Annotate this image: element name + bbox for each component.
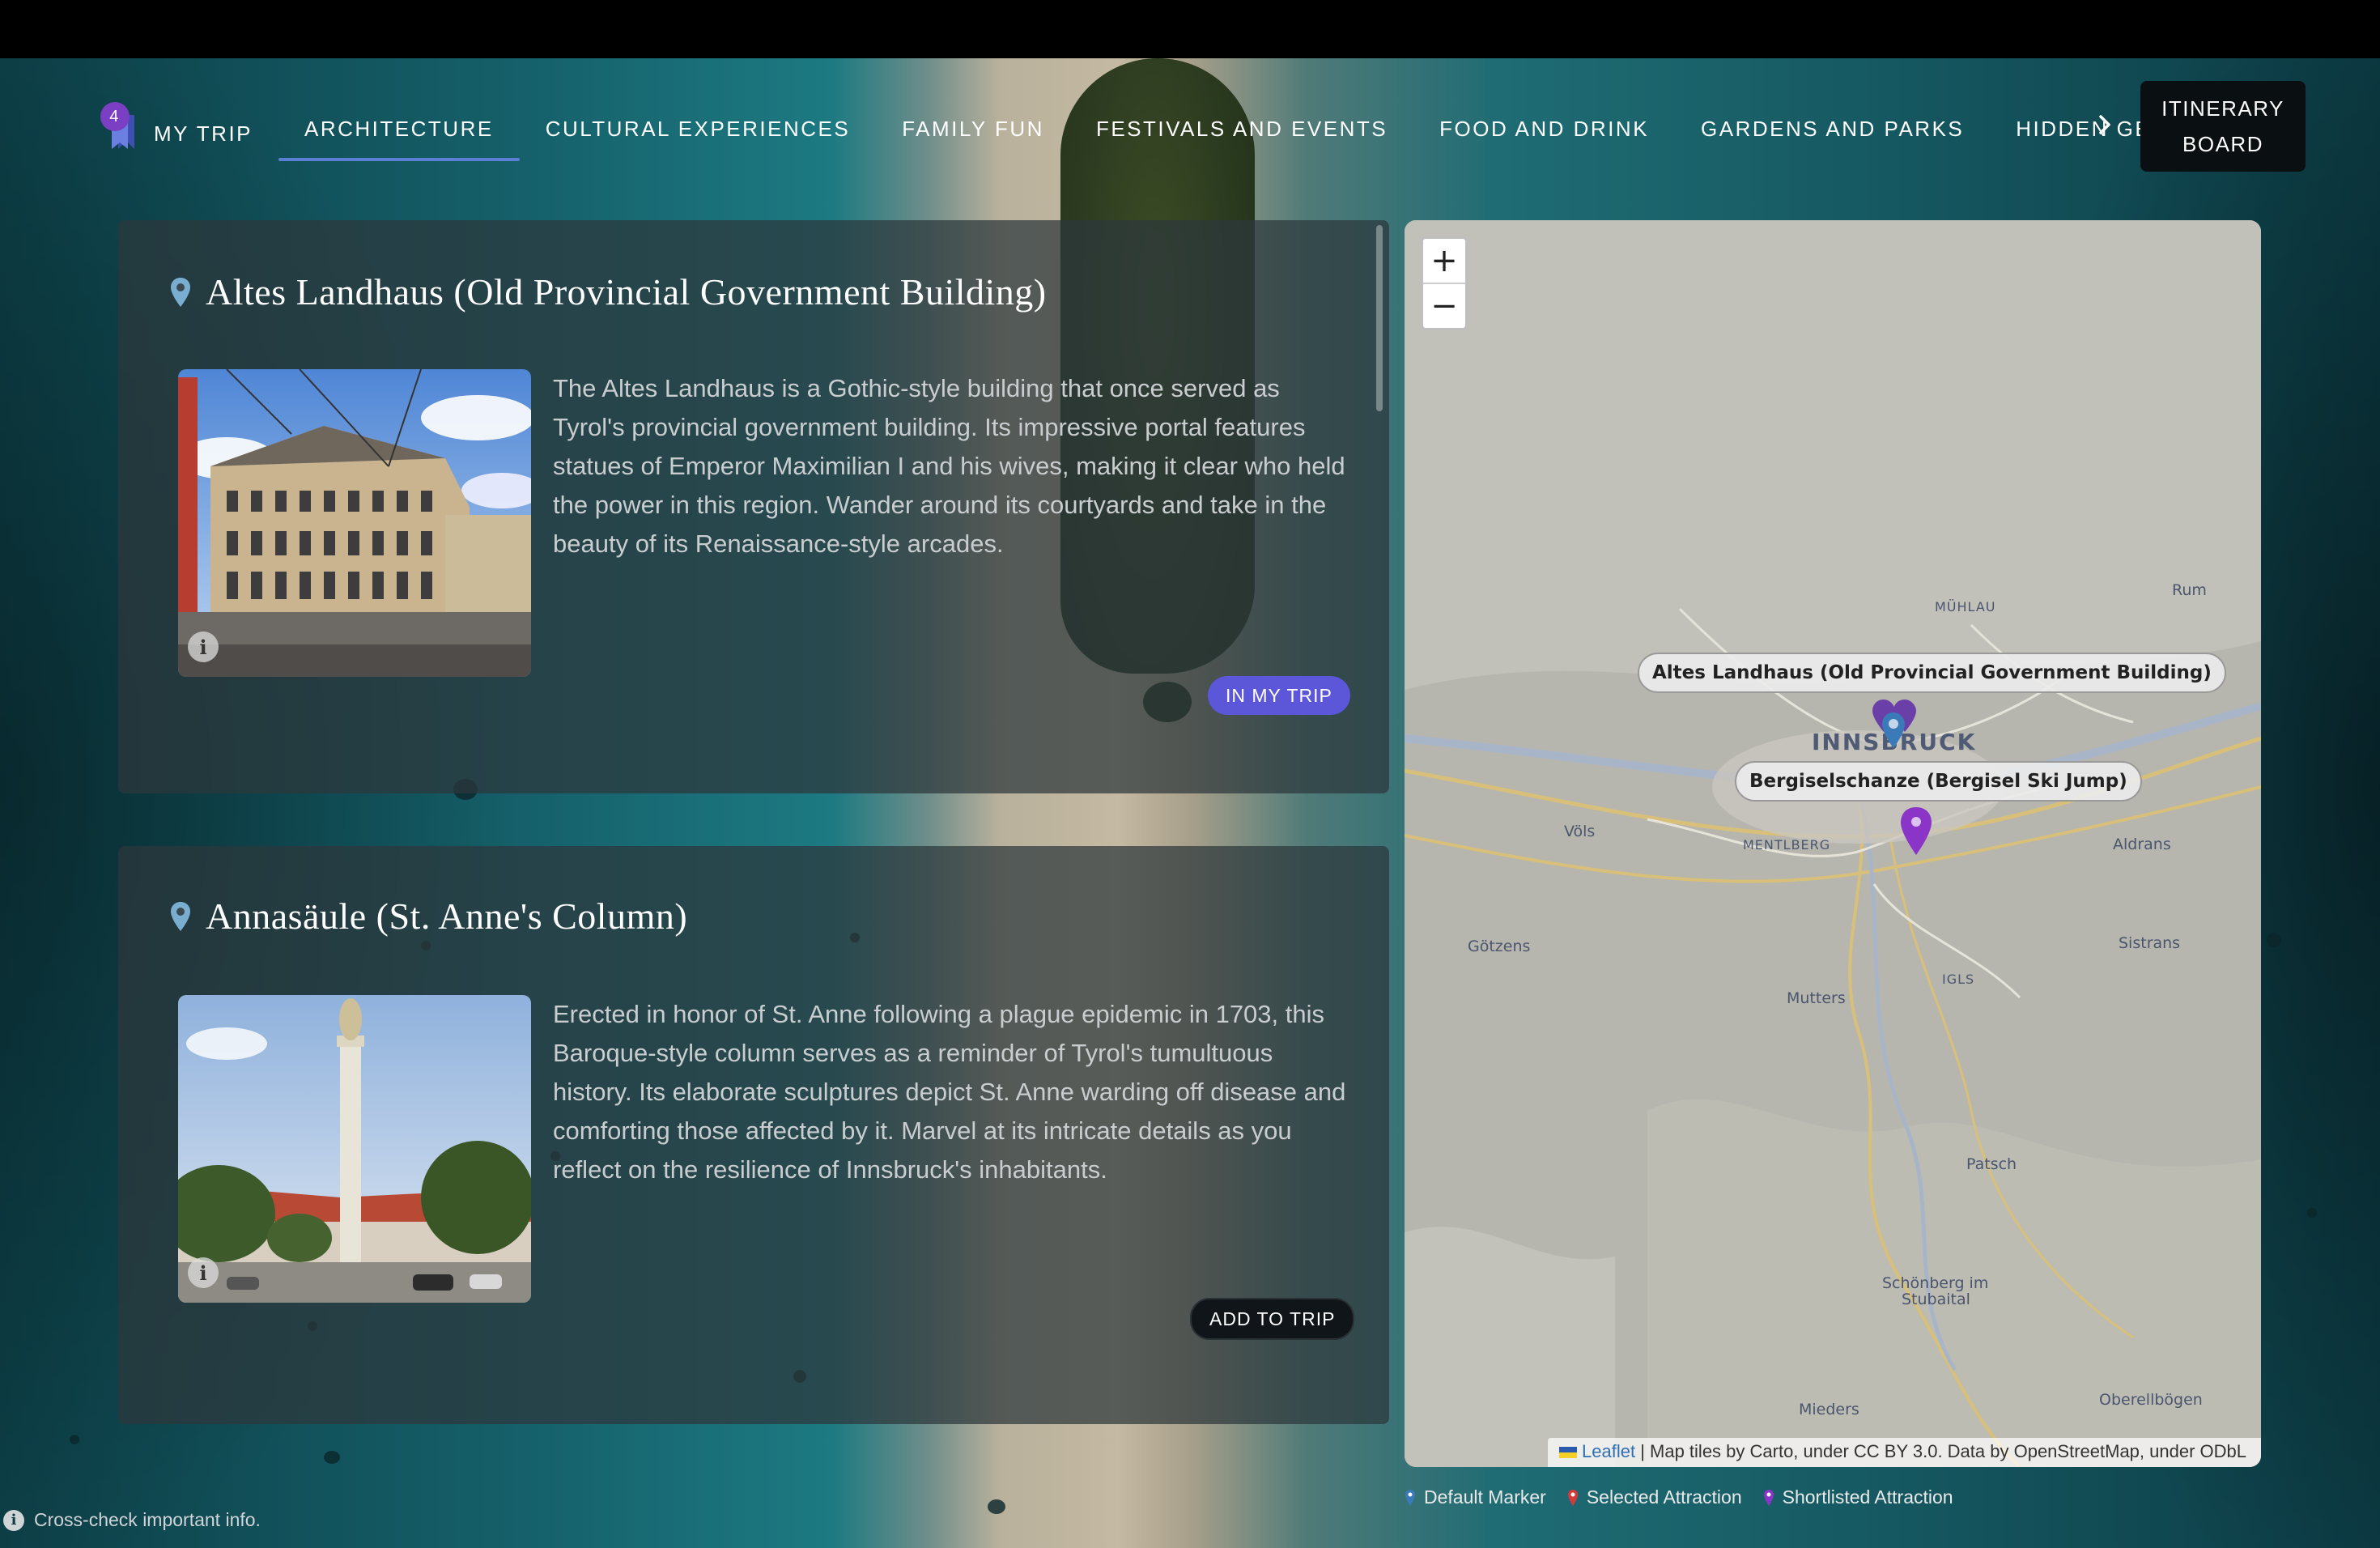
attraction-photo: i: [178, 995, 531, 1303]
legend-selected-label: Selected Attraction: [1586, 1486, 1742, 1508]
place-label: Mieders: [1799, 1401, 1859, 1418]
tab-festivals-and-events[interactable]: FESTIVALS AND EVENTS: [1070, 87, 1413, 161]
shortlisted-legend-icon: [1763, 1489, 1774, 1506]
shortlisted-marker-icon[interactable]: [1872, 698, 1924, 755]
legend-selected: Selected Attraction: [1567, 1486, 1742, 1508]
category-nav: 4 MY TRIP ARCHITECTURE CULTURAL EXPERIEN…: [97, 87, 2178, 165]
map-pin-icon: [171, 277, 190, 307]
zoom-out-button[interactable]: −: [1423, 284, 1465, 328]
in-my-trip-button[interactable]: IN MY TRIP: [1208, 676, 1350, 715]
building-photo: [178, 369, 531, 677]
trip-count-badge: 4: [100, 102, 130, 131]
map-pin-icon: [171, 901, 190, 931]
place-label: Götzens: [1468, 938, 1531, 955]
place-label: MENTLBERG: [1743, 837, 1831, 853]
leaflet-link[interactable]: Leaflet: [1582, 1441, 1635, 1461]
attraction-photo: i: [178, 369, 531, 677]
attraction-title: Annasäule (St. Anne's Column): [170, 895, 687, 938]
attraction-description: Erected in honor of St. Anne following a…: [553, 1000, 1346, 1184]
map[interactable]: + − MÜHLAU Rum INNSBRUCK Völs MENTLBERG …: [1405, 220, 2261, 1467]
place-label: Stubaital: [1902, 1291, 1970, 1308]
bookmark-icon: 4: [100, 102, 138, 151]
place-label: IGLS: [1942, 972, 1975, 987]
attraction-card: Altes Landhaus (Old Provincial Governmen…: [118, 220, 1389, 793]
itinerary-board-line2: BOARD: [2182, 132, 2263, 156]
place-label: Rum: [2172, 581, 2207, 599]
tab-cultural-experiences[interactable]: CULTURAL EXPERIENCES: [520, 87, 877, 161]
map-tooltip: Altes Landhaus (Old Provincial Governmen…: [1638, 653, 2226, 693]
info-icon: i: [3, 1509, 24, 1531]
chevron-right-icon[interactable]: [2089, 108, 2121, 141]
photo-info-icon[interactable]: i: [188, 632, 219, 662]
legend-default: Default Marker: [1405, 1486, 1546, 1508]
zoom-control: + −: [1421, 236, 1468, 330]
place-label: Aldrans: [2113, 836, 2171, 853]
attribution-text: | Map tiles by Carto, under CC BY 3.0. D…: [1635, 1441, 2246, 1461]
column-photo: [178, 995, 531, 1303]
disclaimer: i Cross-check important info.: [3, 1509, 261, 1531]
map-tooltip: Bergiselschanze (Bergisel Ski Jump): [1735, 761, 2142, 802]
attraction-list[interactable]: Altes Landhaus (Old Provincial Governmen…: [118, 220, 1389, 1435]
shortlisted-marker-icon[interactable]: [1900, 806, 1932, 857]
attraction-title-text: Altes Landhaus (Old Provincial Governmen…: [206, 271, 1047, 313]
my-trip-tab[interactable]: 4 MY TRIP: [97, 87, 278, 170]
ukraine-flag-icon: [1559, 1447, 1578, 1459]
tab-architecture[interactable]: ARCHITECTURE: [278, 87, 520, 161]
attraction-description: The Altes Landhaus is a Gothic-style bui…: [553, 374, 1345, 558]
zoom-in-button[interactable]: +: [1423, 239, 1465, 284]
place-label: Mutters: [1787, 989, 1846, 1007]
place-label: MÜHLAU: [1935, 599, 1996, 615]
tab-food-and-drink[interactable]: FOOD AND DRINK: [1413, 87, 1675, 161]
add-to-trip-button[interactable]: ADD TO TRIP: [1190, 1298, 1355, 1340]
map-legend: Default Marker Selected Attraction Short…: [1405, 1486, 1974, 1508]
attraction-card: Annasäule (St. Anne's Column) i Erected …: [118, 846, 1389, 1424]
place-label: Völs: [1564, 823, 1596, 840]
place-label: Sistrans: [2119, 934, 2181, 952]
disclaimer-text: Cross-check important info.: [34, 1509, 261, 1530]
place-label: Patsch: [1966, 1155, 2017, 1173]
top-black-bar: [0, 0, 2380, 58]
list-scrollbar[interactable]: [1376, 225, 1383, 411]
place-label: Schönberg im: [1882, 1274, 1989, 1292]
tab-gardens-and-parks[interactable]: GARDENS AND PARKS: [1675, 87, 1990, 161]
attraction-title: Altes Landhaus (Old Provincial Governmen…: [170, 270, 1047, 313]
place-label: Oberellbögen: [2099, 1391, 2203, 1409]
itinerary-board-button[interactable]: ITINERARY BOARD: [2140, 81, 2306, 172]
itinerary-board-line1: ITINERARY: [2161, 96, 2284, 121]
legend-shortlisted-label: Shortlisted Attraction: [1782, 1486, 1953, 1508]
my-trip-label: MY TRIP: [154, 121, 253, 146]
map-attribution: Leaflet | Map tiles by Carto, under CC B…: [1548, 1438, 2261, 1467]
legend-shortlisted: Shortlisted Attraction: [1763, 1486, 1953, 1508]
photo-info-icon[interactable]: i: [188, 1257, 219, 1288]
legend-default-label: Default Marker: [1424, 1486, 1546, 1508]
selected-marker-icon: [1567, 1489, 1578, 1506]
tab-family-fun[interactable]: FAMILY FUN: [876, 87, 1070, 161]
tab-hidden-gems-label: HIDDEN GE: [2016, 117, 2152, 141]
default-marker-icon: [1405, 1489, 1415, 1506]
attraction-title-text: Annasäule (St. Anne's Column): [206, 895, 688, 937]
